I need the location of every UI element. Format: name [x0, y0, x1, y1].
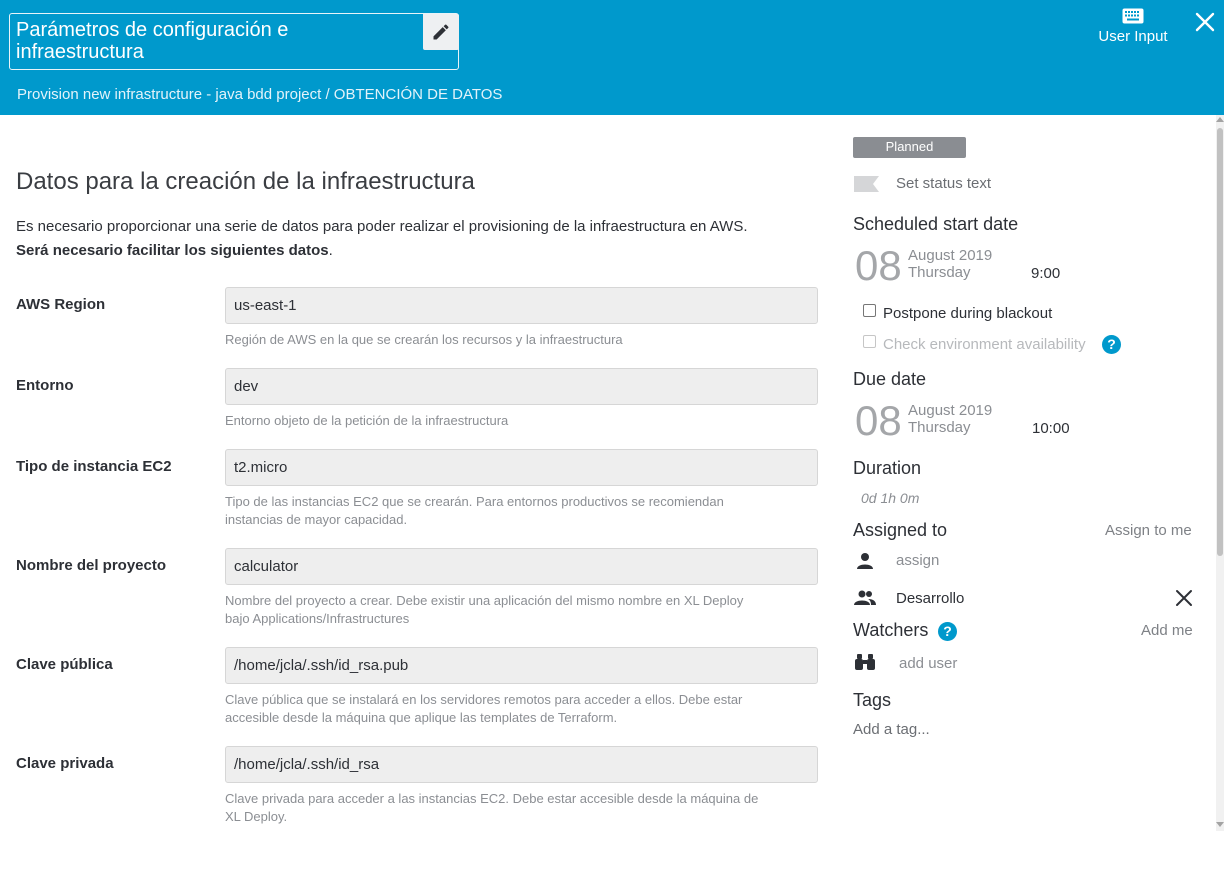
scheduled-start-heading: Scheduled start date [853, 214, 1019, 234]
intro-bold: Será necesario facilitar los siguientes … [16, 242, 329, 259]
person-icon [857, 553, 873, 569]
project-name-help: Nombre del proyecto a crear. Debe existi… [225, 592, 805, 628]
pencil-icon [433, 24, 449, 40]
aws-region-help: Región de AWS en la que se crearán los r… [225, 332, 623, 347]
private-key-input[interactable]: /home/jcla/.ssh/id_rsa [225, 746, 818, 783]
flag-icon[interactable] [854, 175, 880, 193]
start-day[interactable]: 08 [855, 244, 902, 288]
remove-team-icon[interactable] [1175, 589, 1193, 607]
private-key-help: Clave privada para acceder a las instanc… [225, 790, 805, 826]
due-weekday: Thursday [908, 419, 971, 436]
field-label-private-key: Clave privada [16, 755, 114, 772]
due-day[interactable]: 08 [855, 399, 902, 443]
entorno-input[interactable]: dev [225, 368, 818, 405]
field-label-instance-type: Tipo de instancia EC2 [16, 458, 172, 475]
set-status-text[interactable]: Set status text [896, 175, 991, 192]
help-line: instancias de mayor capacidad. [225, 512, 408, 527]
help-icon[interactable]: ? [1102, 335, 1121, 354]
intro-line-2: Será necesario facilitar los siguientes … [16, 239, 806, 263]
check-env-label[interactable]: Check environment availability [883, 336, 1086, 353]
due-time[interactable]: 10:00 [1032, 420, 1070, 437]
start-time[interactable]: 9:00 [1031, 265, 1060, 282]
aws-region-input[interactable]: us-east-1 [225, 287, 818, 324]
user-input-tab[interactable]: User Input [1092, 8, 1174, 46]
breadcrumb[interactable]: Provision new infrastructure - java bdd … [17, 86, 502, 103]
help-line: XL Deploy. [225, 809, 288, 824]
form-intro: Es necesario proporcionar una serie de d… [16, 215, 806, 263]
postpone-label[interactable]: Postpone during blackout [883, 305, 1052, 322]
help-line: accesible desde la máquina que aplique l… [225, 710, 618, 725]
keyboard-icon [1122, 8, 1144, 24]
scroll-up-arrow[interactable] [1216, 117, 1224, 122]
add-me-link[interactable]: Add me [1141, 622, 1193, 639]
help-line: Clave privada para acceder a las instanc… [225, 791, 759, 806]
check-env-checkbox[interactable] [863, 335, 876, 348]
start-month: August 2019 [908, 247, 993, 264]
assign-to-me-link[interactable]: Assign to me [1105, 522, 1192, 539]
assigned-to-heading: Assigned to [853, 520, 948, 540]
assign-input[interactable]: assign [896, 552, 939, 569]
entorno-help: Entorno objeto de la petición de la infr… [225, 413, 509, 428]
task-title[interactable]: Parámetros de configuración e infraestru… [16, 19, 416, 63]
add-watcher-input[interactable]: add user [899, 655, 957, 672]
help-line: Clave pública que se instalará en los se… [225, 692, 743, 707]
help-line: Tipo de las instancias EC2 que se creará… [225, 494, 724, 509]
help-line: Nombre del proyecto a crear. Debe existi… [225, 593, 744, 608]
team-name: Desarrollo [896, 590, 965, 607]
edit-title-button[interactable] [423, 14, 459, 50]
public-key-input[interactable]: /home/jcla/.ssh/id_rsa.pub [225, 647, 818, 684]
tags-heading: Tags [853, 690, 892, 710]
start-weekday: Thursday [908, 264, 971, 281]
binoculars-icon [855, 654, 875, 670]
instance-type-input[interactable]: t2.micro [225, 449, 818, 486]
due-date-heading: Due date [853, 369, 927, 389]
duration-heading: Duration [853, 458, 922, 478]
help-icon[interactable]: ? [938, 622, 957, 641]
user-input-label: User Input [1098, 28, 1168, 45]
project-name-input[interactable]: calculator [225, 548, 818, 585]
add-tag-input[interactable]: Add a tag... [853, 721, 930, 738]
field-label-project-name: Nombre del proyecto [16, 557, 167, 574]
title-field[interactable]: Parámetros de configuración e infraestru… [9, 13, 459, 70]
instance-type-help: Tipo de las instancias EC2 que se creará… [225, 493, 805, 529]
form-heading: Datos para la creación de la infraestruc… [16, 168, 475, 195]
scrollbar-thumb[interactable] [1217, 128, 1223, 556]
postpone-checkbox[interactable] [863, 304, 876, 317]
public-key-help: Clave pública que se instalará en los se… [225, 691, 805, 727]
due-month: August 2019 [908, 402, 993, 419]
status-badge: Planned [853, 137, 966, 158]
help-line: bajo Applications/Infrastructures [225, 611, 410, 626]
field-label-entorno: Entorno [16, 377, 74, 394]
field-label-public-key: Clave pública [16, 656, 113, 673]
duration-value[interactable]: 0d 1h 0m [861, 490, 919, 506]
intro-line-1: Es necesario proporcionar una serie de d… [16, 218, 748, 235]
watchers-heading: Watchers [853, 620, 929, 640]
top-header: Parámetros de configuración e infraestru… [0, 0, 1224, 115]
scroll-down-arrow[interactable] [1216, 822, 1224, 827]
intro-end: . [328, 242, 333, 259]
team-icon [854, 590, 876, 605]
field-label-aws-region: AWS Region [16, 296, 106, 313]
close-icon[interactable] [1194, 11, 1216, 33]
